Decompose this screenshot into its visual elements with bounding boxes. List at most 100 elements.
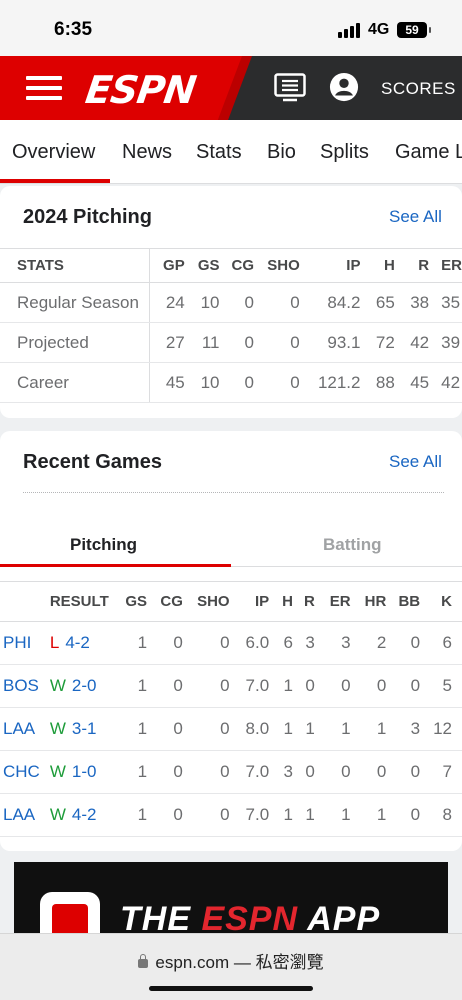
win-loss: W [49,719,66,738]
tab-splits[interactable]: Splits [320,141,369,164]
opponent-link[interactable]: CHC [0,750,45,794]
game-score[interactable]: 4-2 [72,805,97,824]
table-row: Projected 27 11 0 0 93.1 72 42 39 [0,322,462,363]
see-all-link[interactable]: See All [389,207,442,227]
stat-cell: 11 [190,322,226,363]
table-row[interactable]: LAA W 3-1 1 0 0 8.0 1 1 1 1 3 12 [0,707,462,751]
stat-cell: 8.0 [234,707,275,751]
column-header: RESULT [44,581,121,622]
stat-cell: 1 [355,707,392,751]
pitching-stats-table: STATS GP GS CG SHO IP H R ER Regular Sea… [0,248,462,403]
column-header: R [400,248,436,283]
table-row: Regular Season 24 10 0 0 84.2 65 38 35 [0,282,462,323]
active-tab-indicator [0,564,231,567]
stat-cell: 0 [297,750,320,794]
column-header: GP [149,248,191,283]
stat-cell: 10 [190,282,226,323]
game-result[interactable]: L 4-2 [44,621,121,665]
stat-cell: 7.0 [234,664,275,708]
tab-bio[interactable]: Bio [267,141,296,164]
stat-cell: 1 [274,793,298,837]
game-score[interactable]: 3-1 [72,719,97,738]
game-result[interactable]: W 1-0 [44,750,121,794]
stat-cell: 3 [297,621,320,665]
stat-cell: 0 [391,664,426,708]
stat-cell: 7 [425,750,462,794]
network-type: 4G [368,21,390,38]
player-tabs: Overview News Stats Bio Splits Game L [0,120,462,184]
tv-guide-icon[interactable] [274,73,306,103]
tab-game-log[interactable]: Game L [395,141,462,164]
tab-pitching[interactable]: Pitching [70,535,137,555]
stat-cell: 1 [120,664,153,708]
tab-news[interactable]: News [122,141,172,164]
column-header: IP [234,581,275,622]
stat-cell: 6 [425,621,462,665]
stat-cell: 42 [400,322,436,363]
stat-cell: 3 [274,750,298,794]
opponent-link[interactable]: PHI [0,621,45,665]
recent-games-table: RESULT GS CG SHO IP H R ER HR BB K PHI L 4… [0,581,462,837]
table-row[interactable]: LAA W 4-2 1 0 0 7.0 1 1 1 1 0 8 [0,793,462,837]
win-loss: W [49,676,66,695]
stat-cell: 1 [355,793,392,837]
signal-icon [338,23,360,38]
stat-cell: 0 [355,664,392,708]
stat-cell: 1 [274,707,298,751]
opponent-link[interactable]: BOS [0,664,45,708]
stat-cell: 0 [225,362,260,403]
scores-link[interactable]: SCORES [381,79,456,99]
column-header: ER [319,581,356,622]
stat-cell: 1 [297,793,320,837]
status-bar: 6:35 4G 59 [0,0,462,56]
espn-logo[interactable]: ESPN [83,68,198,112]
tab-batting[interactable]: Batting [323,535,382,555]
column-header: SHO [187,581,235,622]
battery-icon: 59 [397,22,431,38]
opponent-link[interactable]: LAA [0,793,45,837]
tab-stats[interactable]: Stats [196,141,242,164]
stat-cell: 0 [391,793,426,837]
pitching-stats-card: 2024 Pitching See All STATS GP GS CG SHO… [0,186,462,418]
stat-cell: 121.2 [305,362,367,403]
game-result[interactable]: W 2-0 [44,664,121,708]
home-indicator [149,986,313,991]
stat-cell: 93.1 [305,322,367,363]
column-header: R [297,581,320,622]
espn-app-ad[interactable]: THE ESPN APP [14,862,448,942]
tab-overview[interactable]: Overview [12,141,95,164]
game-score[interactable]: 4-2 [65,633,90,652]
game-score[interactable]: 1-0 [72,762,97,781]
column-header: BB [391,581,426,622]
stat-cell: 0 [225,282,260,323]
card-title: 2024 Pitching [23,206,152,228]
column-header: H [274,581,298,622]
stat-cell: 45 [400,362,436,403]
stat-cell: 0 [152,621,188,665]
stat-cell: 65 [366,282,401,323]
game-result[interactable]: W 4-2 [44,793,121,837]
column-header: IP [305,248,367,283]
stat-cell: 38 [400,282,436,323]
stat-cell: 72 [366,322,401,363]
stat-cell: 6 [274,621,298,665]
game-score[interactable]: 2-0 [72,676,97,695]
table-row[interactable]: BOS W 2-0 1 0 0 7.0 1 0 0 0 0 5 [0,664,462,708]
private-mode-label: — 私密瀏覽 [233,953,324,972]
stat-cell: 0 [391,621,426,665]
win-loss: W [49,805,66,824]
stat-cell: 6.0 [234,621,275,665]
hamburger-icon[interactable] [26,74,62,102]
stat-cell: 0 [260,322,306,363]
opponent-link[interactable]: LAA [0,707,45,751]
table-row[interactable]: CHC W 1-0 1 0 0 7.0 3 0 0 0 0 7 [0,750,462,794]
column-header: CG [152,581,188,622]
profile-icon[interactable] [328,72,360,102]
game-result[interactable]: W 3-1 [44,707,121,751]
see-all-link[interactable]: See All [389,452,442,472]
browser-bar: espn.com — 私密瀏覽 [0,933,462,1000]
stat-cell: 0 [152,707,188,751]
url-bar[interactable]: espn.com — 私密瀏覽 [0,948,462,973]
table-row[interactable]: PHI L 4-2 1 0 0 6.0 6 3 3 2 0 6 [0,621,462,665]
stat-cell: 0 [391,750,426,794]
